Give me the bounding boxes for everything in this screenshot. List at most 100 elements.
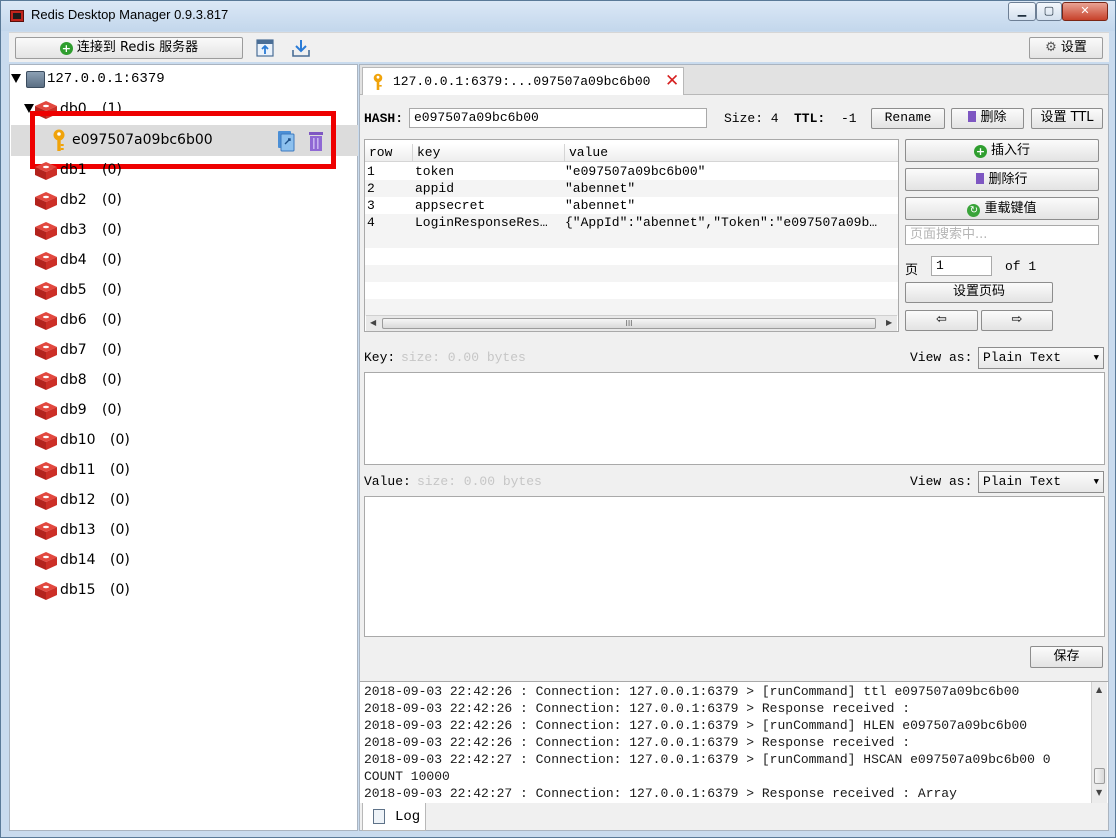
expand-arrow-icon[interactable] (11, 74, 21, 83)
import-icon[interactable] (255, 37, 275, 59)
page-search-input[interactable]: 页面搜索中... (905, 225, 1099, 245)
settings-button[interactable]: ⚙ 设置 (1029, 37, 1103, 59)
tree-key-row[interactable]: e097507a09bc6b00 (11, 125, 358, 156)
tree-db-row[interactable]: db0 (1) (10, 95, 357, 125)
delete-row-button[interactable]: 删除行 (905, 168, 1099, 191)
key-editor[interactable] (364, 372, 1105, 465)
key-name-field[interactable]: e097507a09bc6b00 (409, 108, 707, 128)
database-icon (35, 222, 57, 240)
tree-db-row[interactable]: db9 (0) (10, 396, 357, 426)
vertical-scrollbar[interactable]: ▲ ▼ (1091, 682, 1107, 803)
tree-db-row[interactable]: db5 (0) (10, 276, 357, 306)
trash-icon (968, 111, 977, 122)
connect-redis-button[interactable]: + 连接到 Redis 服务器 (15, 37, 243, 59)
save-button[interactable]: 保存 (1030, 646, 1103, 668)
key-size: size: 0.00 bytes (401, 350, 526, 365)
db-label: db3 (60, 222, 87, 238)
empty-row (365, 299, 898, 316)
reload-button[interactable]: ↻ 重载键值 (905, 197, 1099, 220)
column-header-value[interactable]: value (565, 144, 898, 162)
tree-db-row[interactable]: db2 (0) (10, 186, 357, 216)
delete-row-label: 删除行 (988, 172, 1028, 187)
prev-page-button[interactable]: ⇦ (905, 310, 978, 331)
reload-label: 重载键值 (984, 201, 1037, 216)
tab-log[interactable]: Log (362, 803, 426, 831)
tree-db-row[interactable]: db15 (0) (10, 576, 357, 606)
tree-db-row[interactable]: db10 (0) (10, 426, 357, 456)
tree-db-row[interactable]: db13 (0) (10, 516, 357, 546)
set-ttl-button[interactable]: 设置 TTL (1031, 108, 1103, 129)
rename-button[interactable]: Rename (871, 108, 945, 129)
scroll-thumb[interactable]: III (382, 318, 876, 329)
key-view-mode: Plain Text (983, 350, 1062, 365)
scroll-right-icon[interactable]: ▶ (886, 318, 892, 327)
tree-db-row[interactable]: db11 (0) (10, 456, 357, 486)
delete-key-button[interactable]: 删除 (951, 108, 1024, 129)
close-tab-icon[interactable]: ✕ (665, 71, 679, 91)
key-type-label: HASH: (364, 111, 404, 126)
insert-row-button[interactable]: + 插入行 (905, 139, 1099, 162)
database-icon (35, 462, 57, 480)
next-page-button[interactable]: ⇨ (981, 310, 1053, 331)
main-toolbar: + 连接到 Redis 服务器 ⚙ 设置 (9, 32, 1109, 62)
scroll-thumb[interactable] (1094, 768, 1105, 784)
value-view-mode-select[interactable]: Plain Text ▼ (978, 471, 1104, 493)
scroll-up-icon[interactable]: ▲ (1096, 685, 1102, 694)
tree-db-row[interactable]: db14 (0) (10, 546, 357, 576)
db-label: db14 (60, 552, 96, 568)
scroll-left-icon[interactable]: ◀ (370, 318, 376, 327)
copy-key-icon[interactable] (277, 130, 295, 152)
db-label: db8 (60, 372, 87, 388)
db-label: db10 (60, 432, 96, 448)
key-cell: LoginResponseRes… (415, 215, 548, 230)
table-row[interactable]: 4 LoginResponseRes… {"AppId":"abennet","To… (365, 214, 898, 231)
db-label: db12 (60, 492, 96, 508)
tree-server-row[interactable]: 127.0.0.1:6379 (10, 65, 357, 95)
table-row[interactable]: 3 appsecret "abennet" (365, 197, 898, 214)
tree-db-row[interactable]: db8 (0) (10, 366, 357, 396)
key-view-as-label: View as: (910, 350, 973, 365)
column-header-row[interactable]: row (365, 144, 413, 162)
server-label: 127.0.0.1:6379 (47, 71, 165, 87)
key-label: e097507a09bc6b00 (72, 132, 213, 148)
tree-db-row[interactable]: db6 (0) (10, 306, 357, 336)
close-window-button[interactable]: ✕ (1062, 2, 1108, 21)
maximize-button[interactable]: ▢ (1036, 2, 1062, 21)
row-number-cell: 4 (367, 215, 375, 230)
tree-db-row[interactable]: db3 (0) (10, 216, 357, 246)
tab-key[interactable]: 127.0.0.1:6379:...097507a09bc6b00 ✕ (362, 67, 684, 95)
title-bar[interactable]: Redis Desktop Manager 0.9.3.817 ▁ ▢ ✕ (1, 1, 1115, 31)
database-icon (35, 372, 57, 390)
db-label: db0 (60, 101, 87, 117)
horizontal-scrollbar[interactable]: ◀ III ▶ (366, 315, 897, 331)
table-row[interactable]: 2 appid "abennet" (365, 180, 898, 197)
value-cell: "abennet" (565, 181, 636, 196)
database-icon (35, 282, 57, 300)
size-label: Size: 4 (724, 111, 779, 126)
log-line: COUNT 10000 (364, 769, 450, 784)
log-icon (373, 809, 385, 824)
set-page-button[interactable]: 设置页码 (905, 282, 1053, 303)
export-icon[interactable] (290, 37, 312, 59)
delete-key-icon[interactable] (307, 130, 325, 152)
log-line: 2018-09-03 22:42:26 : Connection: 127.0.… (364, 735, 911, 750)
db-key-count: (0) (110, 462, 130, 478)
db-label: db2 (60, 192, 87, 208)
minimize-button[interactable]: ▁ (1008, 2, 1036, 21)
table-row[interactable]: 1 token "e097507a09bc6b00" (365, 163, 898, 180)
expand-arrow-icon[interactable] (24, 104, 34, 113)
tree-db-row[interactable]: db4 (0) (10, 246, 357, 276)
value-view-mode: Plain Text (983, 474, 1062, 489)
db-key-count: (1) (102, 101, 122, 117)
key-view-mode-select[interactable]: Plain Text ▼ (978, 347, 1104, 369)
column-header-key[interactable]: key (413, 144, 565, 162)
empty-row (365, 231, 898, 248)
tree-db-row[interactable]: db1 (0) (10, 156, 357, 186)
value-editor[interactable] (364, 496, 1105, 637)
page-number-input[interactable]: 1 (931, 256, 992, 276)
tree-db-row[interactable]: db12 (0) (10, 486, 357, 516)
tree-db-row[interactable]: db7 (0) (10, 336, 357, 366)
value-cell: "e097507a09bc6b00" (565, 164, 706, 179)
scroll-down-icon[interactable]: ▼ (1096, 788, 1102, 797)
log-console[interactable]: 2018-09-03 22:42:26 : Connection: 127.0.… (360, 681, 1108, 803)
